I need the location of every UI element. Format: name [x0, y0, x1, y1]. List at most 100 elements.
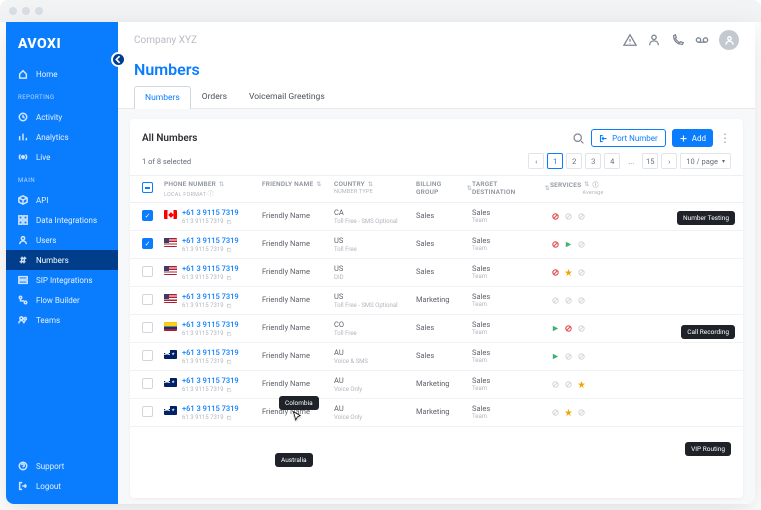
service-disabled-icon[interactable] — [563, 211, 573, 221]
service-disabled-icon[interactable] — [576, 267, 586, 277]
service-disabled-icon[interactable] — [576, 295, 586, 305]
country-code: AU — [334, 348, 416, 357]
phone-number[interactable]: +61 3 9115 7319 — [182, 404, 239, 413]
page-15[interactable]: 15 — [642, 153, 658, 169]
tab-voicemail-greetings[interactable]: Voicemail Greetings — [238, 85, 336, 108]
sort-icon[interactable]: ⇅ — [316, 181, 321, 188]
page-1[interactable]: 1 — [547, 153, 563, 169]
avatar[interactable] — [719, 30, 739, 50]
service-disabled-icon[interactable] — [576, 323, 586, 333]
row-checkbox[interactable] — [142, 350, 153, 361]
sidebar-item-home[interactable]: Home — [6, 64, 118, 84]
sidebar-item-flow-builder[interactable]: Flow Builder — [6, 290, 118, 310]
row-checkbox[interactable] — [142, 294, 153, 305]
search-icon[interactable] — [572, 132, 585, 145]
sidebar-item-numbers[interactable]: Numbers — [6, 250, 118, 270]
service-disabled-icon[interactable] — [563, 379, 573, 389]
sidebar-item-support[interactable]: Support — [6, 456, 118, 476]
service-yellow-icon[interactable] — [576, 379, 586, 389]
page-2[interactable]: 2 — [566, 153, 582, 169]
sidebar-item-sip-integrations[interactable]: SIP Integrations — [6, 270, 118, 290]
sort-icon[interactable]: ⇅ — [219, 181, 224, 188]
page-next[interactable]: › — [661, 153, 677, 169]
sidebar-item-teams[interactable]: Teams — [6, 310, 118, 330]
sidebar-item-analytics[interactable]: Analytics — [6, 127, 118, 147]
service-disabled-icon[interactable] — [576, 407, 586, 417]
sort-icon[interactable]: ⇅ — [584, 181, 589, 188]
service-yellow-icon[interactable] — [563, 267, 573, 277]
service-disabled-icon[interactable] — [563, 295, 573, 305]
service-yellow-icon[interactable] — [563, 407, 573, 417]
phone-number[interactable]: +61 3 9115 7319 — [182, 208, 239, 217]
service-green-icon[interactable] — [550, 351, 560, 361]
voicemail-icon[interactable] — [695, 33, 709, 47]
alert-icon[interactable] — [623, 33, 637, 47]
copy-icon[interactable] — [226, 275, 232, 281]
sidebar-item-users[interactable]: Users — [6, 230, 118, 250]
service-disabled-icon[interactable] — [550, 407, 560, 417]
phone-icon[interactable] — [671, 33, 685, 47]
port-number-button[interactable]: Port Number — [591, 129, 666, 147]
info-icon[interactable]: ⓘ — [208, 191, 214, 198]
page-prev[interactable]: ‹ — [528, 153, 544, 169]
select-all-checkbox[interactable] — [142, 182, 153, 193]
service-green-icon[interactable] — [563, 239, 573, 249]
billing-group: Sales — [416, 236, 472, 248]
phone-number[interactable]: +61 3 9115 7319 — [182, 292, 239, 301]
sidebar-item-data-integrations[interactable]: Data Integrations — [6, 210, 118, 230]
row-checkbox[interactable] — [142, 378, 153, 389]
phone-number[interactable]: +61 3 9115 7319 — [182, 236, 239, 245]
service-green-icon[interactable] — [550, 323, 560, 333]
service-disabled-icon[interactable] — [550, 295, 560, 305]
numbers-table: PHONE NUMBER⇅LOCAL FORMAT ⓘ FRIENDLY NAM… — [130, 175, 743, 498]
page-4[interactable]: 4 — [604, 153, 620, 169]
copy-icon[interactable] — [226, 387, 232, 393]
row-checkbox[interactable] — [142, 266, 153, 277]
info-icon[interactable]: ⓘ — [593, 180, 599, 189]
tooltip-number-testing: Number Testing — [677, 211, 735, 225]
more-icon[interactable]: ⋮ — [719, 132, 731, 144]
row-checkbox[interactable] — [142, 210, 153, 221]
flag-us-icon — [164, 266, 177, 275]
row-checkbox[interactable] — [142, 322, 153, 333]
phone-number[interactable]: +61 3 9115 7319 — [182, 376, 239, 385]
service-disabled-icon[interactable] — [550, 379, 560, 389]
service-disabled-icon[interactable] — [576, 351, 586, 361]
sidebar-item-api[interactable]: API — [6, 190, 118, 210]
copy-icon[interactable] — [226, 303, 232, 309]
sidebar-section-reporting: REPORTING — [6, 88, 118, 103]
add-button[interactable]: Add — [672, 129, 713, 147]
service-disabled-icon[interactable] — [576, 239, 586, 249]
target-destination-sub: Team — [472, 245, 550, 252]
page-3[interactable]: 3 — [585, 153, 601, 169]
service-disabled-icon[interactable] — [563, 351, 573, 361]
copy-icon[interactable] — [226, 219, 232, 225]
service-disabled-icon[interactable] — [576, 211, 586, 221]
user-icon[interactable] — [647, 33, 661, 47]
row-checkbox[interactable] — [142, 406, 153, 417]
sidebar-item-activity[interactable]: Activity — [6, 107, 118, 127]
sort-icon[interactable]: ⇅ — [368, 181, 373, 188]
service-red-icon[interactable] — [550, 211, 560, 221]
phone-number[interactable]: +61 3 9115 7319 — [182, 264, 239, 273]
sidebar-collapse-button[interactable] — [111, 52, 126, 67]
support-icon — [18, 461, 28, 471]
copy-icon[interactable] — [226, 331, 232, 337]
copy-icon[interactable] — [226, 359, 232, 365]
service-red-icon[interactable] — [550, 239, 560, 249]
numbers-card: All Numbers Port Number Add ⋮ — [130, 119, 743, 498]
copy-icon[interactable] — [226, 415, 232, 421]
sidebar-item-logout[interactable]: Logout — [6, 476, 118, 496]
sidebar-item-live[interactable]: Live — [6, 147, 118, 167]
phone-number[interactable]: +61 3 9115 7319 — [182, 348, 239, 357]
services — [550, 376, 628, 389]
service-red-icon[interactable] — [563, 323, 573, 333]
tab-orders[interactable]: Orders — [191, 85, 238, 108]
plus-icon — [679, 134, 688, 143]
per-page-select[interactable]: 10 / page ▾ — [680, 153, 731, 169]
tab-numbers[interactable]: Numbers — [134, 86, 191, 109]
service-red-icon[interactable] — [550, 267, 560, 277]
row-checkbox[interactable] — [142, 238, 153, 249]
phone-number[interactable]: +61 3 9115 7319 — [182, 320, 239, 329]
copy-icon[interactable] — [226, 247, 232, 253]
